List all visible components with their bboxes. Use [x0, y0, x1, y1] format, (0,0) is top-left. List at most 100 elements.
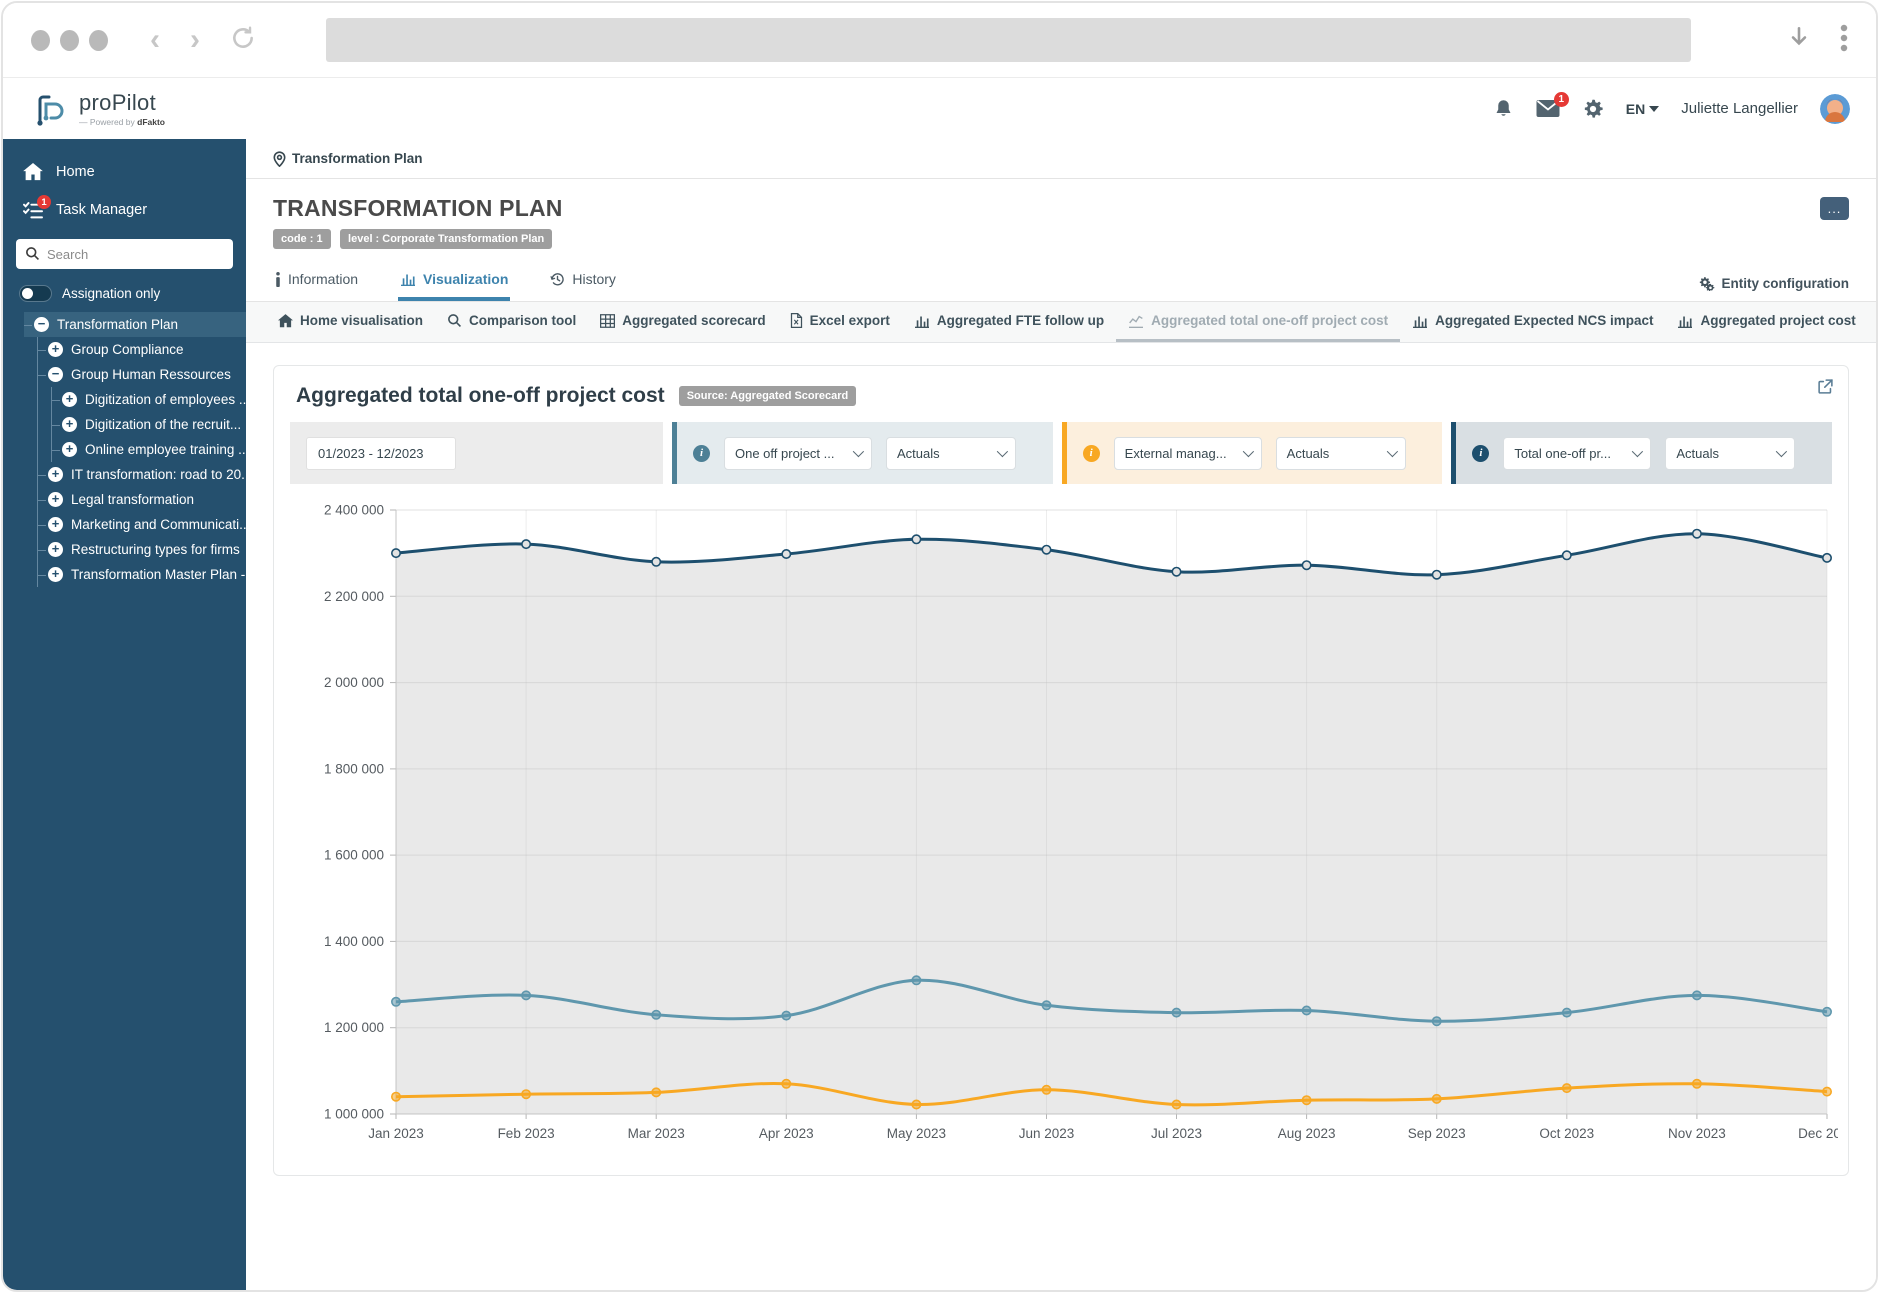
- date-range-panel: 01/2023 - 12/2023: [290, 422, 663, 484]
- date-range-input[interactable]: 01/2023 - 12/2023: [306, 437, 456, 470]
- tree-item-digitization-of-the-recruit[interactable]: + Digitization of the recruit...: [52, 412, 246, 437]
- svg-text:1 000 000: 1 000 000: [324, 1107, 384, 1122]
- info-icon[interactable]: i: [1083, 445, 1100, 462]
- sidebar-item-task-manager[interactable]: 1 Task Manager: [3, 191, 246, 229]
- svg-text:Jul 2023: Jul 2023: [1151, 1126, 1202, 1141]
- breadcrumb[interactable]: Transformation Plan: [246, 139, 1876, 179]
- bar-chart-icon: [1412, 314, 1428, 328]
- info-icon[interactable]: i: [693, 445, 710, 462]
- plus-circle-icon[interactable]: +: [62, 392, 77, 407]
- download-icon[interactable]: [1786, 24, 1812, 57]
- table-icon: [600, 314, 615, 328]
- minus-circle-icon[interactable]: −: [34, 317, 49, 332]
- tab-information[interactable]: Information: [273, 263, 360, 301]
- assignation-toggle[interactable]: [19, 285, 52, 302]
- mode-select-value: Actuals: [1287, 446, 1330, 461]
- gear-icon[interactable]: [1582, 98, 1604, 120]
- svg-text:Jun 2023: Jun 2023: [1019, 1126, 1075, 1141]
- search-icon: [25, 246, 40, 266]
- subtab-home-visualisation[interactable]: Home visualisation: [266, 302, 435, 342]
- entity-configuration-button[interactable]: Entity configuration: [1698, 276, 1850, 301]
- plus-circle-icon[interactable]: +: [48, 567, 63, 582]
- subtab-aggregated-project-cost[interactable]: Aggregated project cost: [1665, 302, 1867, 342]
- svg-text:1 200 000: 1 200 000: [324, 1020, 384, 1035]
- line-chart: 1 000 0001 200 0001 400 0001 600 0001 80…: [290, 484, 1832, 1163]
- tree-item-group-human-ressources[interactable]: −Group Human Ressources: [38, 362, 246, 387]
- expand-icon[interactable]: [1817, 378, 1834, 400]
- subtab-freshness-of-data-project[interactable]: Freshness of data - Project: [1868, 302, 1876, 342]
- window-controls[interactable]: [31, 30, 108, 51]
- metric-select-value: Total one-off pr...: [1514, 446, 1611, 461]
- svg-text:1 800 000: 1 800 000: [324, 761, 384, 776]
- main-content: Transformation Plan TRANSFORMATION PLAN …: [246, 139, 1876, 1292]
- tree-item-online-employee-training[interactable]: +Online employee training ...: [52, 437, 246, 462]
- tree-item-digitization-of-employees[interactable]: + Digitization of employees ...: [52, 387, 246, 412]
- subtab-aggregated-scorecard[interactable]: Aggregated scorecard: [588, 302, 777, 342]
- tree-item-group-compliance[interactable]: +Group Compliance: [38, 337, 246, 362]
- plus-circle-icon[interactable]: +: [48, 342, 63, 357]
- subtab-comparison-tool[interactable]: Comparison tool: [435, 302, 588, 342]
- chevron-down-icon: [1649, 106, 1659, 112]
- filter-group-external-manag: i External manag... Actuals: [1062, 422, 1443, 484]
- user-name[interactable]: Juliette Langellier: [1681, 100, 1798, 117]
- home-icon: [278, 314, 293, 328]
- code-badge: code : 1: [273, 229, 331, 249]
- mode-select-2[interactable]: Actuals: [1665, 437, 1795, 470]
- chevron-down-icon: [1776, 446, 1787, 457]
- refresh-icon[interactable]: [230, 25, 256, 55]
- mode-select-1[interactable]: Actuals: [1276, 437, 1406, 470]
- tab-history[interactable]: History: [548, 263, 618, 301]
- tree-item-it-transformation-road-to-20[interactable]: + IT transformation: road to 20...: [38, 462, 246, 487]
- window-dot[interactable]: [60, 30, 79, 51]
- chart-title: Aggregated total one-off project cost: [296, 384, 665, 408]
- sidebar-item-home[interactable]: Home: [3, 153, 246, 191]
- tree-item-label: Digitization of the recruit...: [85, 417, 241, 432]
- mode-select-0[interactable]: Actuals: [886, 437, 1016, 470]
- plus-circle-icon[interactable]: +: [48, 517, 63, 532]
- mode-select-value: Actuals: [1676, 446, 1719, 461]
- info-icon[interactable]: i: [1472, 445, 1489, 462]
- more-options-button[interactable]: ...: [1820, 197, 1849, 220]
- metric-select-0[interactable]: One off project ...: [724, 437, 872, 470]
- minus-circle-icon[interactable]: −: [48, 367, 63, 382]
- plus-circle-icon[interactable]: +: [48, 542, 63, 557]
- svg-text:Feb 2023: Feb 2023: [498, 1126, 555, 1141]
- plus-circle-icon[interactable]: +: [48, 492, 63, 507]
- tree-item-transformation-master-plan[interactable]: +Transformation Master Plan -...: [38, 562, 246, 587]
- language-selector[interactable]: EN: [1626, 101, 1659, 117]
- svg-text:Aug 2023: Aug 2023: [1278, 1126, 1336, 1141]
- back-arrow-icon[interactable]: ‹: [150, 25, 160, 55]
- search-input[interactable]: [16, 239, 233, 269]
- subtab-excel-export[interactable]: Excel export: [778, 302, 902, 342]
- tree-item-label: IT transformation: road to 20...: [71, 467, 246, 482]
- window-dot[interactable]: [31, 30, 50, 51]
- visualization-subtabs: Home visualisationComparison toolAggrega…: [246, 302, 1876, 343]
- metric-select-2[interactable]: Total one-off pr...: [1503, 437, 1651, 470]
- subtab-aggregated-total-one-off-project-cost[interactable]: Aggregated total one-off project cost: [1116, 302, 1400, 342]
- metric-select-value: External manag...: [1125, 446, 1227, 461]
- tree-item-marketing-and-communicati[interactable]: +Marketing and Communicati...: [38, 512, 246, 537]
- tree-item-transformation-plan[interactable]: −Transformation Plan: [24, 312, 246, 337]
- subtab-aggregated-expected-ncs-impact[interactable]: Aggregated Expected NCS impact: [1400, 302, 1665, 342]
- bar-chart-icon: [1677, 314, 1693, 328]
- tree-item-legal-transformation[interactable]: +Legal transformation: [38, 487, 246, 512]
- svg-text:2 200 000: 2 200 000: [324, 589, 384, 604]
- tab-visualization[interactable]: Visualization: [398, 263, 510, 301]
- mail-badge: 1: [1554, 92, 1569, 107]
- bell-icon[interactable]: [1493, 98, 1514, 120]
- window-dot[interactable]: [89, 30, 108, 51]
- metric-select-1[interactable]: External manag...: [1114, 437, 1262, 470]
- avatar[interactable]: [1820, 94, 1850, 124]
- tab-label: Information: [288, 271, 358, 287]
- plus-circle-icon[interactable]: +: [62, 417, 77, 432]
- tree-item-label: Digitization of employees ...: [85, 392, 246, 407]
- subtab-aggregated-fte-follow-up[interactable]: Aggregated FTE follow up: [902, 302, 1116, 342]
- kebab-menu-icon[interactable]: [1840, 23, 1848, 58]
- address-bar[interactable]: [326, 18, 1691, 62]
- tree-item-restructuring-types-for-firms[interactable]: +Restructuring types for firms: [38, 537, 246, 562]
- mail-icon[interactable]: 1: [1536, 99, 1560, 118]
- plus-circle-icon[interactable]: +: [48, 467, 63, 482]
- plus-circle-icon[interactable]: +: [62, 442, 77, 457]
- forward-arrow-icon[interactable]: ›: [190, 25, 200, 55]
- tab-label: History: [572, 271, 616, 287]
